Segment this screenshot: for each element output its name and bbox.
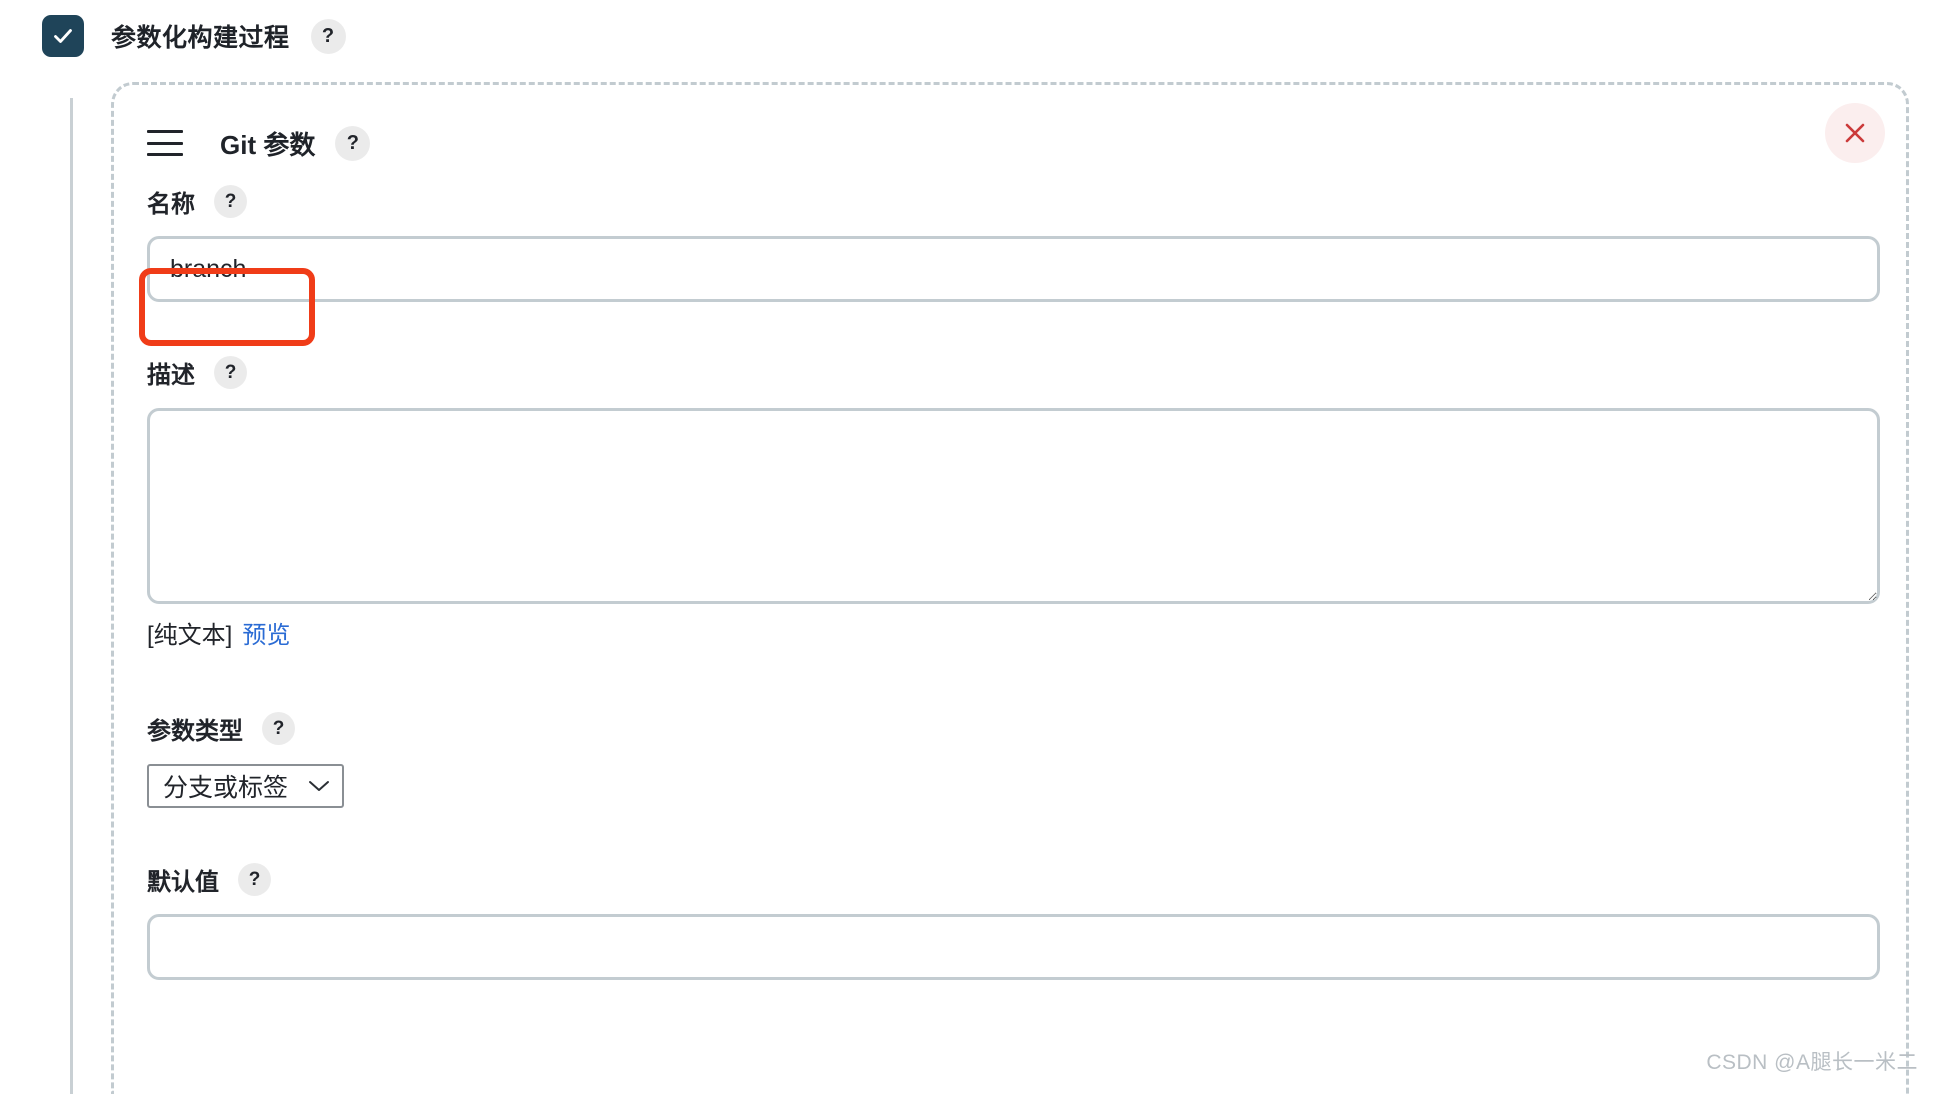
hamburger-menu-icon[interactable] <box>147 130 183 156</box>
parameter-form: 名称 ? 描述 ? [纯文本] 预览 参数类型 ? <box>147 181 1880 980</box>
default-value-input[interactable] <box>147 914 1880 980</box>
name-help-icon[interactable]: ? <box>214 184 247 218</box>
parameterized-build-row: 参数化构建过程 ? <box>0 0 346 72</box>
chevron-down-icon <box>309 781 330 791</box>
param-type-label: 参数类型 <box>147 717 243 745</box>
param-type-help-icon[interactable]: ? <box>262 711 295 745</box>
check-icon <box>54 29 72 43</box>
panel-title: Git 参数 <box>220 129 316 160</box>
name-input[interactable] <box>147 236 1880 302</box>
name-field: 名称 ? <box>147 181 1880 302</box>
close-icon <box>1845 123 1865 143</box>
param-type-select[interactable]: 分支或标签 <box>147 764 345 808</box>
parameterized-build-help-icon[interactable]: ? <box>310 18 346 54</box>
parameterized-build-checkbox[interactable] <box>42 15 84 57</box>
default-value-help-icon[interactable]: ? <box>238 862 271 896</box>
default-value-field: 默认值 ? <box>147 859 1880 980</box>
git-parameter-panel: Git 参数 ? 名称 ? 描述 ? [纯文本] 预览 <box>111 82 1909 1094</box>
name-label-row: 名称 ? <box>147 181 1880 221</box>
panel-header: Git 参数 ? <box>147 110 1906 176</box>
description-label: 描述 <box>147 361 195 389</box>
description-label-row: 描述 ? <box>147 352 1880 392</box>
panel-help-icon[interactable]: ? <box>335 125 371 161</box>
watermark: CSDN @A腿长一米二 <box>1706 1051 1918 1074</box>
description-textarea[interactable] <box>147 408 1880 604</box>
param-type-selected-value: 分支或标签 <box>163 774 289 802</box>
parameterized-build-label: 参数化构建过程 <box>111 24 290 52</box>
param-type-field: 参数类型 ? 分支或标签 <box>147 708 1880 808</box>
close-button[interactable] <box>1825 103 1885 163</box>
name-label: 名称 <box>147 190 195 218</box>
description-field: 描述 ? [纯文本] 预览 <box>147 352 1880 650</box>
description-format-row: [纯文本] 预览 <box>147 615 1880 650</box>
param-type-label-row: 参数类型 ? <box>147 708 1880 748</box>
vertical-guide-line <box>70 98 73 1094</box>
description-help-icon[interactable]: ? <box>214 355 247 389</box>
default-value-label: 默认值 <box>147 868 219 896</box>
default-value-label-row: 默认值 ? <box>147 859 1880 899</box>
description-preview-link[interactable]: 预览 <box>242 615 290 650</box>
description-format-note: [纯文本] <box>147 622 233 649</box>
